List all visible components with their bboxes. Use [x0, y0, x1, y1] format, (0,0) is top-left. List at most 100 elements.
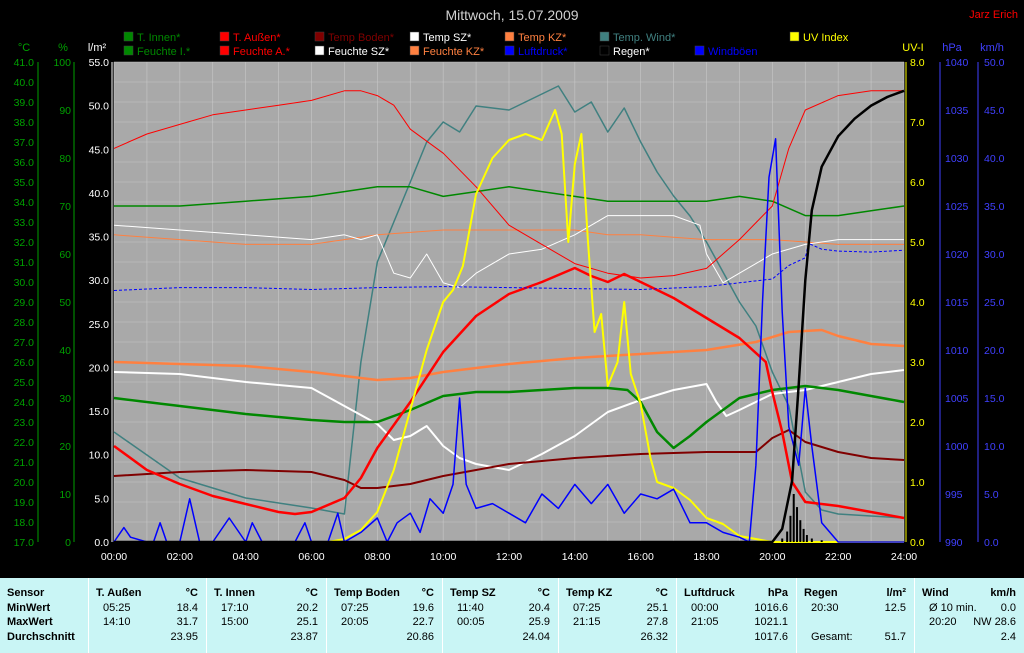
stats-row-label: MinWert — [7, 602, 51, 614]
temp-axis-tick: 35.0 — [14, 177, 35, 189]
legend-swatch — [599, 45, 610, 56]
stats-time: 15:00 — [221, 616, 249, 628]
stats-header: T. Außen — [96, 587, 142, 599]
x-axis-tick: 04:00 — [233, 551, 259, 563]
legend-label: Temp. Wind* — [613, 32, 676, 44]
stats-table: Sensor MinWert MaxWert Durchschnitt T. Außen… — [0, 578, 1024, 653]
pressure-axis-tick: 1025 — [945, 201, 969, 213]
stats-value: 23.87 — [290, 631, 318, 643]
stats-value: 1021.1 — [754, 616, 788, 628]
x-axis-tick: 24:00 — [891, 551, 917, 563]
stats-value: 20.86 — [406, 631, 434, 643]
stats-unit: °C — [185, 587, 198, 599]
wind-axis-tick: 20.0 — [984, 345, 1005, 357]
temp-axis-tick: 18.0 — [14, 517, 35, 529]
humidity-axis-tick: 50 — [59, 297, 71, 309]
stats-unit: l/m² — [886, 587, 906, 599]
legend-label: Feuchte I.* — [137, 46, 191, 58]
x-axis-tick: 16:00 — [628, 551, 654, 563]
stats-section: Luftdruck hPa 00:00 1016.6 21:05 1021.1 1017.6 — [676, 578, 796, 653]
uv-axis-tick: 2.0 — [910, 417, 925, 429]
stats-time: 17:10 — [221, 602, 249, 614]
temp-axis-tick: 39.0 — [14, 97, 35, 109]
humidity-axis-tick: 0 — [65, 537, 71, 549]
temp-axis-tick: 30.0 — [14, 277, 35, 289]
legend-label: T. Außen* — [233, 32, 281, 44]
stats-section: T. Innen °C 17:10 20.2 15:00 25.1 23.87 — [206, 578, 326, 653]
legend-swatch — [314, 31, 325, 42]
uv-axis-tick: 7.0 — [910, 117, 925, 129]
stats-value: 22.7 — [412, 616, 434, 628]
legend-swatch — [409, 31, 420, 42]
pressure-axis-tick: 1015 — [945, 297, 969, 309]
stats-unit: °C — [655, 587, 668, 599]
temp-axis-tick: 26.0 — [14, 357, 35, 369]
temp-axis-tick: 28.0 — [14, 317, 35, 329]
x-axis-tick: 12:00 — [496, 551, 522, 563]
humidity-axis-tick: 40 — [59, 345, 71, 357]
uv-axis-tick: 4.0 — [910, 297, 925, 309]
stats-value: 25.1 — [296, 616, 318, 628]
stats-value: 25.9 — [528, 616, 550, 628]
stats-unit: km/h — [990, 587, 1016, 599]
stats-header: Regen — [804, 587, 838, 599]
temp-axis-tick: 31.0 — [14, 257, 35, 269]
stats-value: 25.1 — [646, 602, 668, 614]
stats-value: 2.4 — [1000, 631, 1016, 643]
stats-section: Sensor MinWert MaxWert Durchschnitt — [0, 578, 88, 653]
x-axis-tick: 00:00 — [101, 551, 127, 563]
pressure-axis-tick: 1005 — [945, 393, 969, 405]
stats-value: 23.95 — [170, 631, 198, 643]
pressure-axis-tick: 1030 — [945, 153, 969, 165]
temp-axis-tick: 41.0 — [14, 57, 35, 69]
stats-header: Luftdruck — [684, 587, 735, 599]
legend-swatch — [123, 31, 134, 42]
temp-axis-tick: 25.0 — [14, 377, 35, 389]
humidity-axis-tick: 60 — [59, 249, 71, 261]
stats-value: 31.7 — [176, 616, 198, 628]
stats-time: 20:20 — [929, 616, 957, 628]
uv-axis-tick: 1.0 — [910, 477, 925, 489]
legend-label: Luftdruck* — [518, 46, 568, 58]
stats-header: T. Innen — [214, 587, 255, 599]
wind-axis-tick: 10.0 — [984, 441, 1005, 453]
rain-axis-tick: 30.0 — [89, 275, 110, 287]
pressure-axis-tick: 1035 — [945, 105, 969, 117]
wind-axis-tick: 50.0 — [984, 57, 1005, 69]
rain-axis-tick: 50.0 — [89, 101, 110, 113]
uv-axis-tick: 8.0 — [910, 57, 925, 69]
stats-time: 00:00 — [691, 602, 719, 614]
temp-axis-tick: 27.0 — [14, 337, 35, 349]
temp-axis-tick: 22.0 — [14, 437, 35, 449]
weather-report: °C% l/m² UV-I hPa km/h 41.0 40.0 39.0 38.0 37.0 36… — [0, 0, 1024, 653]
author-label: Jarz Erich — [969, 9, 1018, 21]
stats-header: Sensor — [7, 587, 45, 599]
humidity-axis-tick: 100 — [53, 57, 71, 69]
legend-swatch — [504, 31, 515, 42]
pressure-axis-tick: 1000 — [945, 441, 969, 453]
stats-value: 0.0 — [1000, 602, 1016, 614]
wind-axis-tick: 5.0 — [984, 489, 999, 501]
legend-swatch — [219, 45, 230, 56]
legend-label: Feuchte A.* — [233, 46, 291, 58]
axis-unit-pressure: hPa — [942, 42, 962, 54]
wind-axis-tick: 45.0 — [984, 105, 1005, 117]
temp-axis-tick: 40.0 — [14, 77, 35, 89]
pressure-axis-tick: 995 — [945, 489, 963, 501]
legend-label: Temp SZ* — [423, 32, 472, 44]
rain-axis-tick: 55.0 — [89, 57, 110, 69]
rain-axis-tick: 0.0 — [94, 537, 109, 549]
stats-value: NW 28.6 — [973, 616, 1016, 628]
rain-axis-tick: 40.0 — [89, 188, 110, 200]
stats-time: 21:05 — [691, 616, 719, 628]
stats-value: 24.04 — [522, 631, 550, 643]
wind-axis-tick: 25.0 — [984, 297, 1005, 309]
rain-axis-tick: 25.0 — [89, 319, 110, 331]
temp-axis-tick: 24.0 — [14, 397, 35, 409]
x-axis-tick: 18:00 — [693, 551, 719, 563]
humidity-axis-tick: 30 — [59, 393, 71, 405]
axis-unit-wind: km/h — [980, 42, 1004, 54]
wind-axis-tick: 35.0 — [984, 201, 1005, 213]
temp-axis-tick: 38.0 — [14, 117, 35, 129]
axis-unit-rain: l/m² — [88, 42, 107, 54]
